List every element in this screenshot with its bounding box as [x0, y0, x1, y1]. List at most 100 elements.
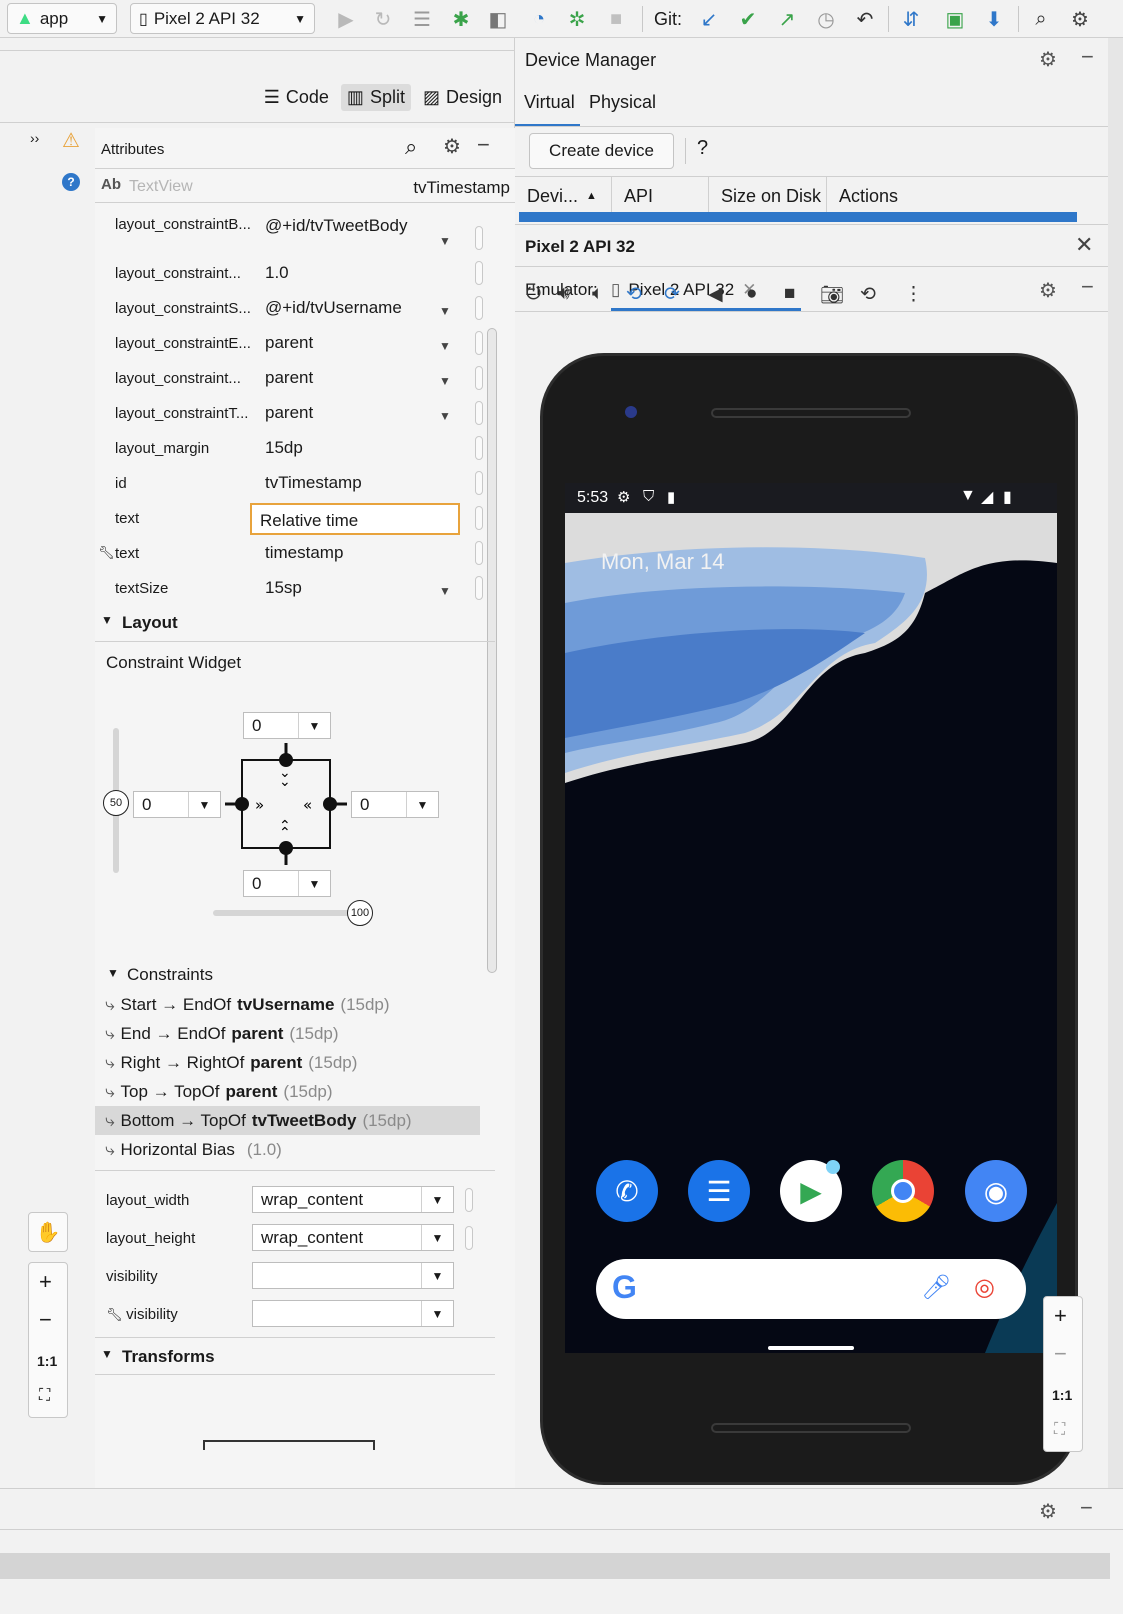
left-margin-field[interactable]: 0 ▼ [133, 791, 221, 818]
constraints-title[interactable]: Constraints [127, 965, 213, 985]
attribute-dropdown[interactable]: wrap_content ▼ [252, 1186, 454, 1213]
transforms-section-header[interactable]: ▼ Transforms [95, 1337, 495, 1375]
minimize-icon[interactable]: − [1080, 1495, 1093, 1521]
gesture-bar[interactable] [768, 1346, 854, 1350]
google-search-bar[interactable]: G 🎤︎ ◎ [596, 1259, 1026, 1319]
bottom-margin-field[interactable]: 0 ▼ [243, 870, 331, 897]
chevron-down-icon[interactable]: ▼ [439, 374, 451, 388]
reference-toggle[interactable] [475, 436, 483, 460]
chevron-down-icon[interactable]: ▼ [439, 304, 451, 318]
reference-toggle[interactable] [475, 471, 483, 495]
code-view-button[interactable]: ☰ Code [258, 84, 335, 111]
top-margin-field[interactable]: 0 ▼ [243, 712, 331, 739]
reference-toggle[interactable] [475, 506, 483, 530]
zoom-in-icon[interactable]: + [39, 1269, 52, 1295]
pan-icon[interactable]: ✋ [28, 1212, 68, 1252]
rollback-icon[interactable]: ↶ [852, 6, 878, 32]
reference-toggle[interactable] [475, 401, 483, 425]
minimize-icon[interactable]: − [1081, 44, 1094, 70]
sync-gradle-icon[interactable]: ⇵ [898, 6, 924, 32]
attribute-dropdown[interactable]: ▼ [252, 1262, 454, 1289]
column-api[interactable]: API [612, 177, 709, 215]
settings-icon[interactable]: ⚙ [1039, 47, 1057, 72]
attribute-row[interactable]: layout_constraintB... @+id/tvTweetBody ▼ [95, 216, 495, 256]
chevron-down-icon[interactable]: ▼ [439, 409, 451, 423]
fit-screen-icon[interactable]: ⛶ [1054, 1421, 1065, 1439]
home-icon[interactable]: ● [746, 283, 757, 305]
settings-icon[interactable]: ⚙ [443, 134, 461, 159]
history-icon[interactable]: ◷ [813, 6, 839, 32]
horizontal-bias-knob[interactable]: 100 [347, 900, 373, 926]
constraint-item[interactable]: ⤷ Top → TopOf parent (15dp) [105, 1077, 485, 1106]
horizontal-bias-slider[interactable] [213, 910, 358, 916]
reference-toggle[interactable] [475, 226, 483, 250]
profile-icon[interactable]: ◔ [526, 6, 552, 32]
snapshot-icon[interactable]: ⟲ [860, 283, 876, 306]
messages-app-icon[interactable]: ☰ [688, 1160, 750, 1222]
emulator-screen[interactable]: 5:53 ⚙ ⛉ ▮ ▼ ◢ ▮ Mon, Mar 14 [565, 483, 1057, 1353]
layout-attribute-row[interactable]: layout_height wrap_content ▼ [95, 1222, 495, 1256]
stop-icon[interactable]: ■ [603, 6, 629, 32]
tab-virtual[interactable]: Virtual [524, 92, 575, 113]
camera-icon[interactable]: 📷︎ [820, 283, 844, 307]
split-view-button[interactable]: ▥ Split [340, 84, 411, 111]
layout-attribute-row[interactable]: layout_width wrap_content ▼ [95, 1184, 495, 1218]
camera-app-icon[interactable]: ◉ [965, 1160, 1027, 1222]
reference-toggle[interactable] [475, 261, 483, 285]
attribute-value[interactable]: 15sp [265, 578, 302, 598]
horizontal-scrollbar[interactable] [0, 1553, 1110, 1579]
column-device[interactable]: Devi... ▲ [515, 177, 612, 215]
attribute-row[interactable]: text Relative time [95, 502, 495, 536]
tab-physical[interactable]: Physical [589, 92, 656, 113]
zoom-out-icon[interactable]: − [39, 1307, 52, 1333]
constraint-item[interactable]: ⤷ End → EndOf parent (15dp) [105, 1019, 485, 1048]
reference-toggle[interactable] [475, 296, 483, 320]
constraint-item[interactable]: ⤷ Bottom → TopOf tvTweetBody (15dp) [95, 1106, 480, 1135]
reference-toggle[interactable] [475, 366, 483, 390]
expand-icon[interactable]: ›› [30, 130, 39, 146]
microphone-icon[interactable]: 🎤︎ [921, 1273, 951, 1302]
attribute-row[interactable]: layout_constraintS... @+id/tvUsername ▼ [95, 292, 495, 326]
volume-up-icon[interactable]: 🔊︎ [558, 283, 570, 305]
column-size[interactable]: Size on Disk [709, 177, 827, 215]
coverage-icon[interactable]: ◧ [485, 6, 511, 32]
search-icon[interactable]: ⌕ [1028, 6, 1054, 32]
settings-icon[interactable]: ⚙ [1039, 1499, 1057, 1524]
constraint-item[interactable]: ⤷ Start → EndOf tvUsername (15dp) [105, 990, 485, 1019]
settings-icon[interactable]: ⚙ [1039, 278, 1057, 303]
attribute-row[interactable]: id tvTimestamp [95, 467, 495, 501]
run-icon[interactable]: ▶ [333, 6, 359, 32]
right-margin-field[interactable]: 0 ▼ [351, 791, 439, 818]
warning-icon[interactable]: ⚠ [62, 128, 80, 153]
apply-changes-icon[interactable]: ↻ [370, 6, 396, 32]
attribute-row[interactable]: 🔧︎ text timestamp [95, 537, 495, 571]
attribute-row[interactable]: layout_constraint... 1.0 [95, 257, 495, 291]
layout-attribute-row[interactable]: 🔧︎ visibility ▼ [95, 1298, 495, 1332]
module-selector[interactable]: ▲ app ▼ [7, 3, 117, 34]
close-icon[interactable]: ✕ [1075, 232, 1093, 258]
sdk-manager-icon[interactable]: ⬇ [981, 6, 1007, 32]
phone-app-icon[interactable]: ✆ [596, 1160, 658, 1222]
attribute-row[interactable]: textSize 15sp ▼ [95, 572, 495, 606]
reference-toggle[interactable] [465, 1226, 473, 1250]
git-push-icon[interactable]: ↗ [774, 6, 800, 32]
reference-toggle[interactable] [465, 1188, 473, 1212]
rotate-right-icon[interactable]: ⟳ [664, 283, 680, 306]
constraint-item[interactable]: ⤷ Right → RightOf parent (15dp) [105, 1048, 485, 1077]
attribute-row[interactable]: layout_constraint... parent ▼ [95, 362, 495, 396]
attribute-dropdown[interactable]: ▼ [252, 1300, 454, 1327]
volume-down-icon[interactable]: 🔈︎ [592, 283, 603, 305]
git-update-icon[interactable]: ↙ [696, 6, 722, 32]
help-button[interactable]: ? [697, 137, 708, 160]
minimize-icon[interactable]: − [1081, 274, 1094, 300]
device-row-selected[interactable] [519, 212, 1077, 222]
git-commit-icon[interactable]: ✔ [735, 6, 761, 32]
lens-icon[interactable]: ◎ [974, 1273, 995, 1302]
attribute-value[interactable]: parent [265, 403, 313, 423]
rotate-left-icon[interactable]: ⟲ [626, 283, 642, 306]
overview-icon[interactable]: ■ [784, 283, 795, 305]
attribute-row[interactable]: layout_constraintE... parent ▼ [95, 327, 495, 361]
zoom-one-to-one[interactable]: 1:1 [1052, 1387, 1072, 1403]
apply-code-icon[interactable]: ☰ [409, 6, 435, 32]
search-icon[interactable]: ⌕ [405, 134, 417, 160]
